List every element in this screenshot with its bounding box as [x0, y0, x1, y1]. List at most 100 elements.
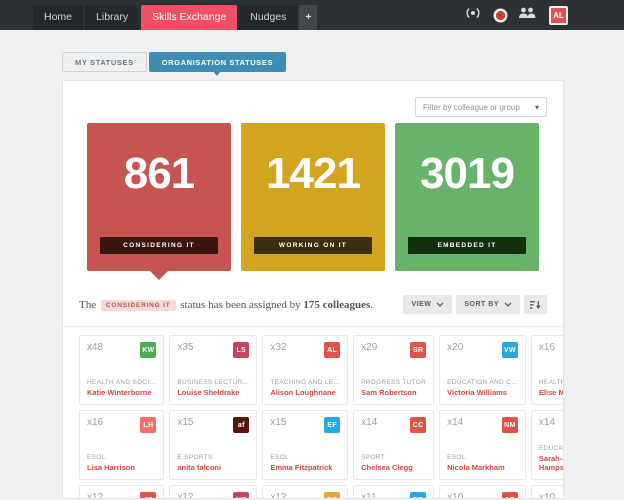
status-count: x29 [361, 342, 378, 353]
colleague-card[interactable]: x10 AD [439, 485, 526, 499]
initials-badge: af [233, 417, 250, 433]
working-count: 1421 [266, 149, 361, 198]
broadcast-icon[interactable] [462, 6, 484, 25]
nav-tab-nudges[interactable]: Nudges [239, 5, 298, 30]
embedded-label: EMBEDDED IT [408, 237, 526, 254]
initials-badge: KW [140, 342, 157, 358]
colleague-card[interactable]: x15 af E SPORTS anita falconi [169, 410, 258, 480]
department-label: EDUCATION AND C… [447, 379, 518, 387]
considering-count: 861 [123, 149, 195, 198]
colleague-card[interactable]: x35 LS BUSINESS LECTUR… Louise Sheldrake [169, 335, 258, 405]
colleague-card[interactable]: x20 VW EDUCATION AND C… Victoria Williams [439, 335, 526, 405]
sort-order-button[interactable] [524, 295, 547, 314]
department-label: BUSINESS LECTUR… [177, 379, 250, 387]
status-count: x20 [447, 342, 464, 353]
initials-badge: VW [501, 342, 518, 358]
status-count: x14 [361, 417, 378, 428]
colleague-name[interactable]: Sarah-Jayne Hampson [539, 454, 563, 474]
status-count: x14 [447, 417, 464, 428]
nav-tab-library[interactable]: Library [85, 5, 140, 30]
colleague-card[interactable]: x10AB [530, 485, 563, 498]
department-label: TEACHING AND LE… [270, 379, 341, 387]
colleague-name[interactable]: Alison Loughnane [270, 388, 340, 398]
status-count: x12 [177, 492, 194, 499]
assignment-sentence: The CONSIDERING IT status has been assig… [79, 299, 373, 311]
status-tabs: MY STATUSES ORGANISATION STATUSES [62, 52, 564, 76]
status-count: x16 [87, 417, 104, 428]
colleague-card[interactable]: x48 KW HEALTH AND SOCI… Katie Winterborne [79, 335, 165, 405]
colleague-name[interactable]: anita falconi [177, 463, 249, 473]
people-icon[interactable] [517, 6, 537, 25]
colleague-name[interactable]: Victoria Williams [447, 388, 518, 398]
colleague-card[interactable]: x15 EF ESOL Emma Fitzpatrick [262, 410, 349, 480]
tab-my-statuses[interactable]: MY STATUSES [62, 52, 147, 72]
department-label: ESOL [447, 454, 466, 462]
summary-card-embedded[interactable]: 3019 EMBEDDED IT [395, 123, 539, 271]
colleague-filter-select[interactable]: Filter by colleague or group ▾ [415, 97, 547, 117]
initials-badge: EF [324, 417, 341, 433]
colleague-card[interactable]: x29 SR PROGRESS TUTOR Sam Robertson [353, 335, 435, 405]
initials-badge: CC [410, 417, 427, 433]
colleague-card[interactable]: x14SH EDUCATION AND C…Sarah-Jayne Hampso… [530, 410, 563, 480]
colleague-name[interactable]: Nicola Markham [447, 463, 518, 473]
sentence-prefix: The [79, 298, 97, 311]
considering-label: CONSIDERING IT [100, 237, 218, 254]
nav-tab-skills-exchange[interactable]: Skills Exchange [141, 5, 238, 30]
chevron-down-icon [504, 302, 512, 307]
initials-badge: LS [233, 342, 250, 358]
sort-by-button[interactable]: SORT BY [456, 295, 520, 314]
summary-card-working[interactable]: 1421 WORKING ON IT [241, 123, 385, 271]
status-count: x16 [538, 342, 556, 353]
status-count: x10 [447, 492, 464, 499]
colleague-card[interactable]: x14 NM ESOL Nicola Markham [439, 410, 526, 480]
initials-badge: NM [501, 417, 518, 433]
colleague-card[interactable]: x14 CC SPORT Chelsea Clegg [353, 410, 435, 480]
initials-badge: LH [140, 417, 157, 433]
statuses-panel: Filter by colleague or group ▾ 861 CONSI… [62, 80, 564, 499]
status-count: x12 [87, 492, 104, 499]
status-count: x11 [361, 492, 377, 499]
initials-badge: RB [410, 492, 427, 498]
list-controls: VIEW SORT BY [403, 295, 547, 314]
user-avatar[interactable]: AL [549, 5, 568, 25]
nav-tab-home[interactable]: Home [33, 5, 84, 30]
department-label: ESOL [270, 454, 289, 462]
colleague-name[interactable]: Chelsea Clegg [361, 463, 426, 473]
lifering-logo-icon[interactable] [496, 10, 505, 20]
view-button-label: VIEW [411, 301, 432, 308]
sort-by-button-label: SORT BY [464, 301, 499, 308]
colleague-name[interactable]: Sam Robertson [361, 388, 426, 398]
status-count: x48 [87, 342, 104, 353]
tab-organisation-statuses-label: ORGANISATION STATUSES [161, 58, 274, 67]
status-count: x15 [177, 417, 194, 428]
active-tab-pointer [213, 71, 222, 76]
status-count: x12 [270, 492, 287, 499]
sort-amount-icon [530, 300, 541, 309]
view-button[interactable]: VIEW [403, 295, 453, 314]
colleague-card[interactable]: x16 LH ESOL Lisa Harrison [79, 410, 165, 480]
initials-badge: NC [233, 492, 250, 498]
colleague-card[interactable]: x12 JS [79, 485, 165, 499]
sentence-middle: status has been assigned by [180, 298, 301, 311]
department-label: E SPORTS [177, 454, 213, 462]
working-label: WORKING ON IT [254, 237, 372, 254]
section-divider [63, 326, 563, 327]
initials-badge: SO [324, 492, 341, 498]
tab-organisation-statuses[interactable]: ORGANISATION STATUSES [148, 52, 287, 76]
colleague-grid: x48 KW HEALTH AND SOCI… Katie Winterborne … [79, 335, 563, 499]
colleague-card[interactable]: x12 SO [262, 485, 349, 499]
add-tab-button[interactable]: + [299, 5, 318, 30]
colleague-count-bold: 175 colleagues [303, 298, 371, 311]
colleague-name[interactable]: Lisa Harrison [87, 463, 156, 473]
colleague-card[interactable]: x11 RB [353, 485, 435, 499]
colleague-name[interactable]: Katie Winterborne [87, 388, 156, 398]
colleague-card[interactable]: x12 NC [169, 485, 258, 499]
colleague-card[interactable]: x32 AL TEACHING AND LE… Alison Loughnane [262, 335, 349, 405]
colleague-name[interactable]: Emma Fitzpatrick [270, 463, 340, 473]
colleague-card[interactable]: x16EM HEALTH AND SOCI…Elise Mitchell [530, 335, 563, 405]
colleague-name[interactable]: Elise Mitchell [539, 388, 563, 398]
status-count: x32 [270, 342, 287, 353]
chevron-down-icon: ▾ [534, 102, 539, 112]
summary-card-considering[interactable]: 861 CONSIDERING IT [87, 123, 231, 280]
colleague-name[interactable]: Louise Sheldrake [177, 388, 249, 398]
